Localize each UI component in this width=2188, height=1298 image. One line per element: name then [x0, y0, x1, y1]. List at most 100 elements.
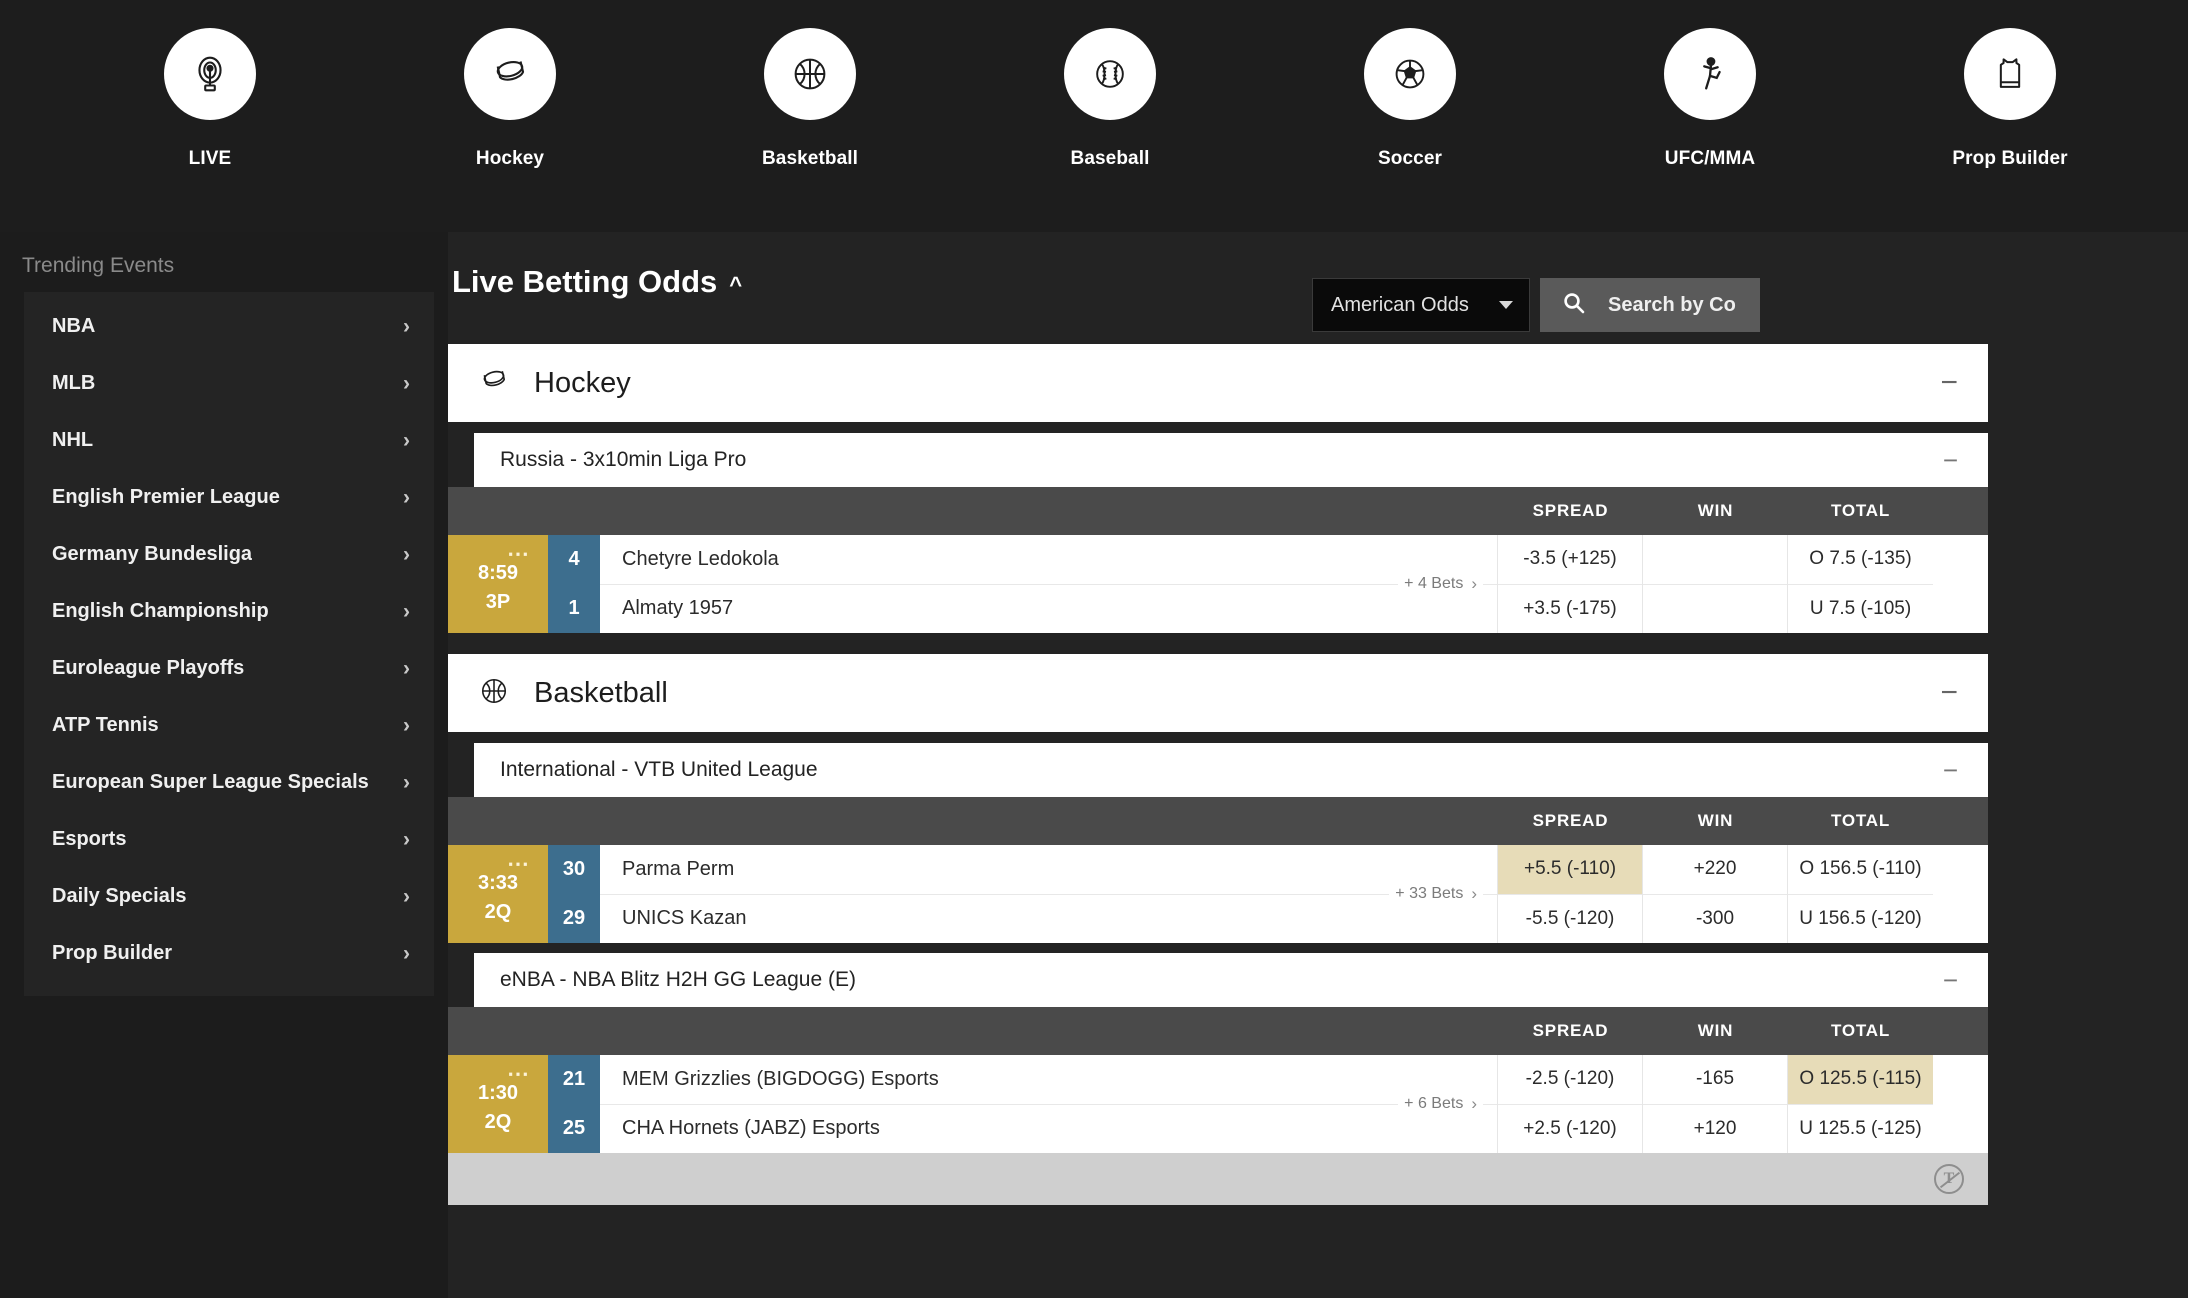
sidebar-item-germany-bundesliga[interactable]: Germany Bundesliga ›: [24, 526, 434, 583]
collapse-icon[interactable]: −: [1940, 368, 1958, 398]
sidebar-item-label: English Premier League: [52, 486, 280, 508]
chevron-right-icon: ›: [403, 714, 410, 737]
sidebar-item-label: MLB: [52, 372, 96, 394]
league-title: eNBA - NBA Blitz H2H GG League (E): [500, 968, 856, 991]
sidebar-item-nba[interactable]: NBA ›: [24, 298, 434, 355]
odds-table: SPREAD WIN TOTAL ⋯ 8:59 3P 4 1 Chetyre L…: [448, 487, 1988, 633]
match-period: 2Q: [484, 901, 512, 923]
sidebar-item-english-championship[interactable]: English Championship ›: [24, 583, 434, 640]
league-header[interactable]: International - VTB United League −: [474, 743, 1988, 797]
odds-cell-total[interactable]: O 7.5 (-135): [1788, 535, 1933, 585]
odds-cell-total[interactable]: U 125.5 (-125): [1788, 1105, 1933, 1154]
odds-cell-spread[interactable]: -2.5 (-120): [1498, 1055, 1642, 1105]
sidebar-item-euroleague-playoffs[interactable]: Euroleague Playoffs ›: [24, 640, 434, 697]
match-time-cell[interactable]: ⋯ 1:30 2Q: [448, 1055, 548, 1153]
nav-item-live[interactable]: LIVE: [60, 28, 360, 170]
more-bets-label: + 6 Bets: [1404, 1095, 1464, 1112]
more-bets-label: + 4 Bets: [1404, 575, 1464, 592]
more-options-icon[interactable]: ⋯: [507, 1063, 530, 1085]
martial-arts-icon: [1664, 28, 1756, 120]
odds-cell-spread[interactable]: +3.5 (-175): [1498, 585, 1642, 634]
odds-cell-total[interactable]: O 156.5 (-110): [1788, 845, 1933, 895]
more-options-icon[interactable]: ⋯: [507, 543, 530, 565]
page-title[interactable]: Live Betting Odds ^: [452, 264, 742, 300]
more-bets-link[interactable]: + 4 Bets ›: [1398, 574, 1483, 594]
column-header-spread: SPREAD: [1532, 501, 1609, 520]
sidebar-item-daily-specials[interactable]: Daily Specials ›: [24, 868, 434, 925]
table-footer: T: [448, 1153, 1988, 1205]
sidebar-item-prop-builder[interactable]: Prop Builder ›: [24, 925, 434, 982]
sidebar-item-nhl[interactable]: NHL ›: [24, 412, 434, 469]
jersey-icon: [1964, 28, 2056, 120]
baseball-icon: [1064, 28, 1156, 120]
column-header-win: WIN: [1697, 1021, 1734, 1040]
odds-cell-total[interactable]: O 125.5 (-115): [1788, 1055, 1933, 1105]
odds-format-value: American Odds: [1331, 293, 1469, 316]
column-header-win: WIN: [1697, 811, 1734, 830]
nav-item-label: Prop Builder: [1952, 148, 2068, 169]
odds-table: SPREAD WIN TOTAL ⋯ 3:33 2Q 30 29 Parma P…: [448, 797, 1988, 943]
more-bets-link[interactable]: + 6 Bets ›: [1398, 1094, 1483, 1114]
nav-item-basketball[interactable]: Basketball: [660, 28, 960, 170]
odds-cell-spread[interactable]: -5.5 (-120): [1498, 895, 1642, 944]
sidebar-item-label: NBA: [52, 315, 96, 337]
odds-cell-win[interactable]: +120: [1643, 1105, 1787, 1154]
nav-item-hockey[interactable]: Hockey: [360, 28, 660, 170]
match-period: 2Q: [484, 1111, 512, 1133]
odds-cell-win[interactable]: +220: [1643, 845, 1787, 895]
away-team-name[interactable]: MEM Grizzlies (BIGDOGG) Esports: [600, 1055, 1497, 1105]
collapse-icon[interactable]: −: [1943, 757, 1958, 783]
league-header[interactable]: Russia - 3x10min Liga Pro −: [474, 433, 1988, 487]
home-team-name[interactable]: CHA Hornets (JABZ) Esports: [600, 1105, 1497, 1154]
sidebar-item-esports[interactable]: Esports ›: [24, 811, 434, 868]
odds-cell-total[interactable]: U 7.5 (-105): [1788, 585, 1933, 634]
sidebar-item-label: European Super League Specials: [52, 771, 369, 793]
column-header-row: SPREAD WIN TOTAL: [448, 797, 1988, 845]
match-time-cell[interactable]: ⋯ 3:33 2Q: [448, 845, 548, 943]
nav-item-prop-builder[interactable]: Prop Builder: [1860, 28, 2160, 170]
sidebar-item-label: Esports: [52, 828, 127, 850]
odds-cell-win[interactable]: -165: [1643, 1055, 1787, 1105]
odds-cell-spread[interactable]: -3.5 (+125): [1498, 535, 1642, 585]
home-team-name[interactable]: Almaty 1957: [600, 585, 1497, 634]
sidebar-item-european-super-league-specials[interactable]: European Super League Specials ›: [24, 754, 434, 811]
odds-table: SPREAD WIN TOTAL ⋯ 1:30 2Q 21 25 MEM Gri…: [448, 1007, 1988, 1153]
more-bets-link[interactable]: + 33 Bets ›: [1389, 884, 1483, 904]
live-broadcast-icon: [164, 28, 256, 120]
nav-item-soccer[interactable]: Soccer: [1260, 28, 1560, 170]
sidebar-item-atp-tennis[interactable]: ATP Tennis ›: [24, 697, 434, 754]
odds-cell-spread[interactable]: +5.5 (-110): [1498, 845, 1642, 895]
away-team-name[interactable]: Parma Perm: [600, 845, 1497, 895]
away-team-name[interactable]: Chetyre Ledokola: [600, 535, 1497, 585]
collapse-icon[interactable]: −: [1940, 678, 1958, 708]
sport-header-hockey[interactable]: Hockey −: [448, 344, 1988, 422]
odds-cell-win[interactable]: -300: [1643, 895, 1787, 944]
nav-item-label: LIVE: [188, 148, 232, 169]
sidebar-item-english-premier-league[interactable]: English Premier League ›: [24, 469, 434, 526]
odds-cell-total[interactable]: U 156.5 (-120): [1788, 895, 1933, 944]
sidebar: Trending Events NBA › MLB › NHL › Englis…: [0, 232, 448, 1298]
chevron-right-icon: ›: [1471, 884, 1477, 903]
sport-header-basketball[interactable]: Basketball −: [448, 654, 1988, 732]
sidebar-item-label: Prop Builder: [52, 942, 173, 964]
collapse-icon[interactable]: −: [1943, 967, 1958, 993]
nav-item-baseball[interactable]: Baseball: [960, 28, 1260, 170]
collapse-icon[interactable]: −: [1943, 447, 1958, 473]
basketball-icon: [476, 673, 512, 714]
league-header[interactable]: eNBA - NBA Blitz H2H GG League (E) −: [474, 953, 1988, 1007]
sidebar-item-mlb[interactable]: MLB ›: [24, 355, 434, 412]
nav-item-ufc-mma[interactable]: UFC/MMA: [1560, 28, 1860, 170]
chevron-right-icon: ›: [403, 315, 410, 338]
chevron-right-icon: ›: [403, 543, 410, 566]
main-content: Live Betting Odds ^ Hockey − Russia - 3x…: [448, 232, 2188, 1298]
column-header-spread: SPREAD: [1532, 811, 1609, 830]
more-options-icon[interactable]: ⋯: [507, 853, 530, 875]
odds-format-select[interactable]: American Odds: [1312, 278, 1530, 332]
home-team-name[interactable]: UNICS Kazan: [600, 895, 1497, 944]
chevron-right-icon: ›: [403, 600, 410, 623]
odds-cell-spread[interactable]: +2.5 (-120): [1498, 1105, 1642, 1154]
match-time-cell[interactable]: ⋯ 8:59 3P: [448, 535, 548, 633]
search-input[interactable]: Search by Co: [1540, 278, 1760, 332]
nav-item-label: Soccer: [1378, 148, 1442, 169]
nav-item-label: Basketball: [761, 148, 859, 169]
